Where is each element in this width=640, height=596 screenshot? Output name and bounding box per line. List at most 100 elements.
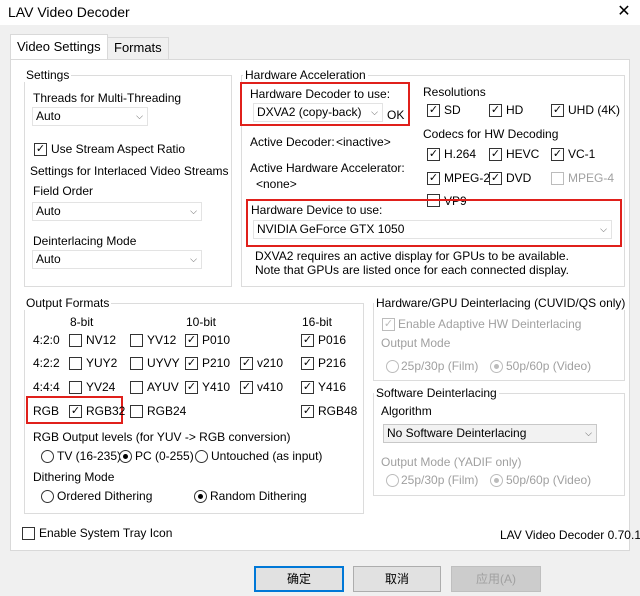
fmt-p016-checkbox[interactable]: ✓ (301, 334, 314, 347)
codec-mpeg4-label: MPEG-4 (568, 171, 615, 185)
sw-deint-film-label: 25p/30p (Film) (401, 473, 479, 487)
codec-mpeg4-checkbox[interactable] (551, 172, 564, 185)
hw-deint-film-label: 25p/30p (Film) (401, 359, 479, 373)
stream-aspect-checkbox[interactable]: ✓ (34, 143, 47, 156)
tab-formats[interactable]: Formats (107, 37, 169, 59)
fmt-rgb24-checkbox[interactable] (130, 405, 143, 418)
ok-button[interactable]: 确定 (254, 566, 344, 592)
codec-h264-checkbox[interactable]: ✓ (427, 148, 440, 161)
fmt-v410-label: v410 (257, 380, 284, 394)
codec-vc1-checkbox[interactable]: ✓ (551, 148, 564, 161)
fmt-nv12-checkbox[interactable] (69, 334, 82, 347)
fmt-nv12-label: NV12 (86, 333, 117, 347)
fmt-yv24-label: YV24 (86, 380, 116, 394)
tab-label: Video Settings (17, 39, 101, 54)
fmt-y410-checkbox[interactable]: ✓ (185, 381, 198, 394)
sw-deint-title: Software Deinterlacing (374, 386, 499, 400)
active-decoder-value: <inactive> (336, 135, 391, 149)
hw-decoder-dropdown[interactable]: DXVA2 (copy-back) ⌵ (253, 103, 383, 122)
sw-deint-film-radio[interactable] (386, 474, 399, 487)
version-label: LAV Video Decoder 0.70.1 (500, 528, 640, 542)
fmt-p210-label: P210 (202, 356, 231, 370)
hw-device-value: NVIDIA GeForce GTX 1050 (257, 222, 405, 236)
fmt-rgb32-checkbox[interactable]: ✓ (69, 405, 82, 418)
fmt-v210-label: v210 (257, 356, 284, 370)
fmt-p216-label: P216 (318, 356, 347, 370)
output-formats-title: Output Formats (24, 296, 112, 310)
fmt-yv24-checkbox[interactable] (69, 381, 82, 394)
hw-deint-enable-label: Enable Adaptive HW Deinterlacing (398, 317, 582, 331)
fmt-p210-checkbox[interactable]: ✓ (185, 357, 198, 370)
fmt-v210-checkbox[interactable]: ✓ (240, 357, 253, 370)
fmt-rgb24-label: RGB24 (147, 404, 187, 418)
field-order-value: Auto (36, 204, 61, 218)
codec-h264-label: H.264 (444, 147, 477, 161)
resolutions-title: Resolutions (423, 85, 486, 99)
threads-dropdown[interactable]: Auto ⌵ (32, 107, 148, 126)
cancel-button[interactable]: 取消 (353, 566, 441, 592)
sw-deint-output-mode-label: Output Mode (YADIF only) (381, 455, 522, 469)
close-icon[interactable]: ✕ (608, 0, 640, 25)
rgb-pc-label: PC (0-255) (135, 449, 194, 463)
hw-deint-enable-checkbox[interactable]: ✓ (382, 318, 395, 331)
stream-aspect-label: Use Stream Aspect Ratio (51, 142, 186, 156)
res-uhd-checkbox[interactable]: ✓ (551, 104, 564, 117)
fmt-y416-checkbox[interactable]: ✓ (301, 381, 314, 394)
rgb-untouched-label: Untouched (as input) (211, 449, 323, 463)
res-hd-checkbox[interactable]: ✓ (489, 104, 502, 117)
codecs-title: Codecs for HW Decoding (423, 127, 559, 141)
hw-deint-title: Hardware/GPU Deinterlacing (CUVID/QS onl… (374, 296, 628, 310)
fmt-p216-checkbox[interactable]: ✓ (301, 357, 314, 370)
sw-deint-video-radio[interactable] (490, 474, 503, 487)
field-order-label: Field Order (33, 184, 94, 198)
fmt-ayuv-checkbox[interactable] (130, 381, 143, 394)
fmt-y410-label: Y410 (202, 380, 231, 394)
interlaced-title: Settings for Interlaced Video Streams (30, 164, 229, 178)
fmt-rgb48-checkbox[interactable]: ✓ (301, 405, 314, 418)
chevron-down-icon: ⌵ (190, 254, 197, 264)
hw-decoder-label: Hardware Decoder to use: (250, 87, 391, 101)
field-order-dropdown[interactable]: Auto ⌵ (32, 202, 202, 221)
sw-deint-algorithm-label: Algorithm (381, 404, 432, 418)
sw-deint-algorithm-dropdown[interactable]: No Software Deinterlacing ⌵ (383, 424, 597, 443)
row-label-rgb: RGB (33, 404, 60, 418)
codec-mpeg2-checkbox[interactable]: ✓ (427, 172, 440, 185)
chevron-down-icon: ⌵ (136, 111, 143, 121)
apply-button[interactable]: 应用(A) (451, 566, 541, 592)
dither-ordered-radio[interactable] (41, 490, 54, 503)
hw-device-dropdown[interactable]: NVIDIA GeForce GTX 1050 ⌵ (253, 220, 612, 239)
dither-random-radio[interactable] (194, 490, 207, 503)
chevron-down-icon: ⌵ (190, 206, 197, 216)
fmt-p010-checkbox[interactable]: ✓ (185, 334, 198, 347)
codec-dvd-checkbox[interactable]: ✓ (489, 172, 502, 185)
tray-icon-label: Enable System Tray Icon (39, 526, 173, 540)
chevron-down-icon: ⌵ (585, 428, 592, 438)
hw-deint-output-mode-label: Output Mode (381, 336, 451, 350)
hw-decoder-value: DXVA2 (copy-back) (257, 105, 362, 119)
codec-hevc-checkbox[interactable]: ✓ (489, 148, 502, 161)
threads-label: Threads for Multi-Threading (33, 91, 182, 105)
codec-mpeg2-label: MPEG-2 (444, 171, 491, 185)
rgb-levels-label: RGB Output levels (for YUV -> RGB conver… (33, 430, 291, 444)
fmt-yv12-label: YV12 (147, 333, 177, 347)
hw-deint-video-label: 50p/60p (Video) (506, 359, 592, 373)
settings-title: Settings (24, 68, 72, 82)
fmt-v410-checkbox[interactable]: ✓ (240, 381, 253, 394)
fmt-yuy2-checkbox[interactable] (69, 357, 82, 370)
hw-deint-film-radio[interactable] (386, 360, 399, 373)
fmt-yv12-checkbox[interactable] (130, 334, 143, 347)
deinterlacing-mode-dropdown[interactable]: Auto ⌵ (32, 250, 202, 269)
hw-note-line1: DXVA2 requires an active display for GPU… (255, 249, 569, 263)
dither-ordered-label: Ordered Dithering (57, 489, 153, 503)
hw-deint-video-radio[interactable] (490, 360, 503, 373)
rgb-pc-radio[interactable] (119, 450, 132, 463)
tab-video-settings[interactable]: Video Settings (10, 34, 108, 59)
sw-deint-video-label: 50p/60p (Video) (506, 473, 592, 487)
rgb-tv-radio[interactable] (41, 450, 54, 463)
tray-icon-checkbox[interactable] (22, 527, 35, 540)
hw-note-line2: Note that GPUs are listed once for each … (255, 263, 569, 277)
fmt-uyvy-checkbox[interactable] (130, 357, 143, 370)
rgb-untouched-radio[interactable] (195, 450, 208, 463)
active-accel-value: <none> (256, 177, 297, 191)
res-sd-checkbox[interactable]: ✓ (427, 104, 440, 117)
